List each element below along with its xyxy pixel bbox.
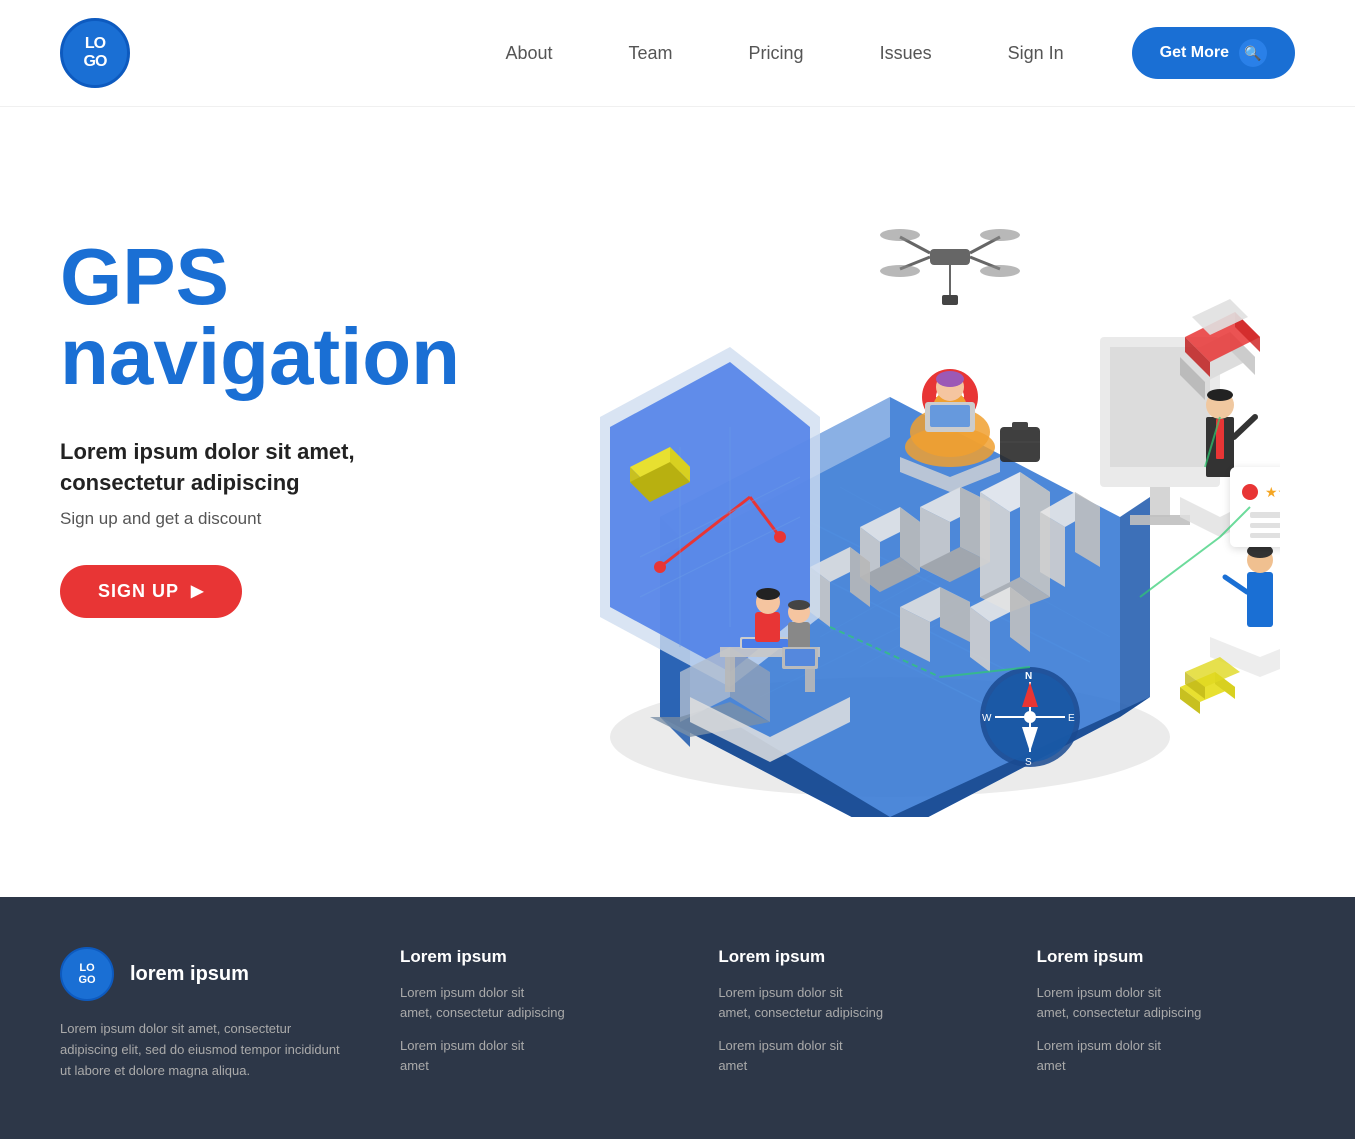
footer-col2-item2: Lorem ipsum dolor sitamet — [718, 1036, 976, 1075]
footer-col-3: Lorem ipsum Lorem ipsum dolor sitamet, c… — [1037, 947, 1295, 1089]
footer-col2-item1: Lorem ipsum dolor sitamet, consectetur a… — [718, 983, 976, 1022]
hero-title-navigation: navigation — [60, 317, 480, 397]
hero-tagline: Sign up and get a discount — [60, 509, 480, 529]
nav-about[interactable]: About — [467, 43, 590, 64]
nav-signin[interactable]: Sign In — [970, 43, 1102, 64]
footer-col-2: Lorem ipsum Lorem ipsum dolor sitamet, c… — [718, 947, 976, 1089]
footer-col-1: Lorem ipsum Lorem ipsum dolor sitamet, c… — [400, 947, 658, 1089]
footer-brand: LOGO lorem ipsum Lorem ipsum dolor sit a… — [60, 947, 340, 1089]
svg-text:N: N — [1025, 671, 1032, 682]
svg-text:E: E — [1068, 713, 1075, 724]
footer-logo: LOGO — [60, 947, 114, 1001]
search-icon: 🔍 — [1239, 39, 1267, 67]
footer-logo-row: LOGO lorem ipsum — [60, 947, 340, 1001]
footer: LOGO lorem ipsum Lorem ipsum dolor sit a… — [0, 897, 1355, 1139]
footer-col1-item1: Lorem ipsum dolor sitamet, consectetur a… — [400, 983, 658, 1022]
get-more-button[interactable]: Get More 🔍 — [1132, 27, 1295, 79]
svg-text:★★★★★: ★★★★★ — [1265, 484, 1280, 500]
footer-brand-name: lorem ipsum — [130, 963, 249, 986]
signup-button[interactable]: SIGN UP ▶ — [60, 565, 242, 618]
nav-issues[interactable]: Issues — [842, 43, 970, 64]
hero-text-block: GPS navigation Lorem ipsum dolor sit ame… — [60, 157, 480, 618]
hero-title-gps: GPS — [60, 237, 480, 317]
footer-col1-title: Lorem ipsum — [400, 947, 658, 967]
nav-pricing[interactable]: Pricing — [711, 43, 842, 64]
hero-section: GPS navigation Lorem ipsum dolor sit ame… — [0, 107, 1355, 897]
footer-col3-title: Lorem ipsum — [1037, 947, 1295, 967]
footer-col3-item2: Lorem ipsum dolor sitamet — [1037, 1036, 1295, 1075]
footer-col3-item1: Lorem ipsum dolor sitamet, consectetur a… — [1037, 983, 1295, 1022]
header: LO GO About Team Pricing Issues Sign In … — [0, 0, 1355, 107]
hero-subtitle: Lorem ipsum dolor sit amet,consectetur a… — [60, 437, 480, 499]
logo[interactable]: LO GO — [60, 18, 130, 88]
isometric-scene-svg: ★★★★★ N E S W — [460, 157, 1280, 817]
hero-illustration: ★★★★★ N E S W — [460, 157, 1295, 857]
arrow-icon: ▶ — [191, 581, 204, 601]
footer-col2-title: Lorem ipsum — [718, 947, 976, 967]
nav-team[interactable]: Team — [591, 43, 711, 64]
svg-text:S: S — [1025, 757, 1032, 768]
footer-col1-item2: Lorem ipsum dolor sitamet — [400, 1036, 658, 1075]
main-nav: About Team Pricing Issues Sign In Get Mo… — [467, 27, 1295, 79]
footer-brand-desc: Lorem ipsum dolor sit amet, consectetur … — [60, 1019, 340, 1081]
svg-text:W: W — [982, 713, 992, 724]
